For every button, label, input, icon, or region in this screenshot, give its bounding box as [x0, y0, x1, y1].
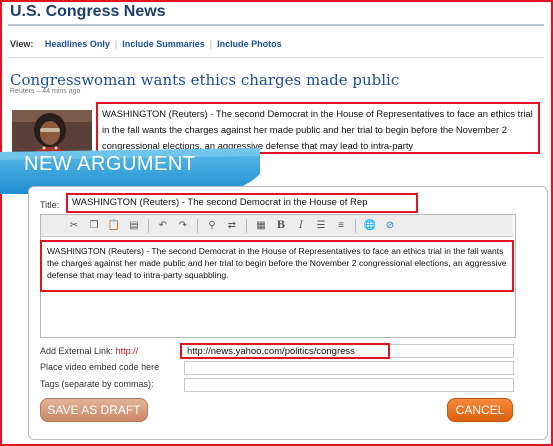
- external-link-input[interactable]: http://news.yahoo.com/politics/congress: [180, 343, 390, 359]
- numbered-list-icon[interactable]: ☰: [312, 218, 330, 234]
- paste-icon[interactable]: 📋: [105, 218, 123, 234]
- paste-text-icon[interactable]: ▤: [125, 218, 143, 234]
- cut-icon[interactable]: ✂: [65, 218, 83, 234]
- view-include-summaries-link[interactable]: Include Summaries: [117, 39, 210, 49]
- article-byline: Reuters – 44 mins ago: [10, 88, 81, 95]
- embed-label: Place video embed code here: [40, 362, 160, 372]
- replace-icon[interactable]: ⇄: [223, 218, 241, 234]
- title-divider: [8, 24, 544, 26]
- editor-toolbar: ✂ ❐ 📋 ▤ ↶ ↷ ⚲ ⇄ ▦ B I ☰ ≡ 🌐 ⊘: [41, 215, 513, 237]
- cancel-button[interactable]: CANCEL: [447, 398, 513, 422]
- view-include-photos-link[interactable]: Include Photos: [212, 39, 287, 49]
- article-headline-link[interactable]: Congresswoman wants ethics charges made …: [10, 71, 399, 89]
- view-label: View:: [10, 39, 34, 49]
- external-link-prefix: http://: [115, 346, 139, 356]
- external-link-label-text: Add External Link:: [40, 346, 114, 356]
- view-options-bar: View: Headlines Only | Include Summaries | I…: [10, 39, 287, 49]
- title-input[interactable]: WASHINGTON (Reuters) - The second Democr…: [66, 193, 418, 213]
- save-as-draft-button[interactable]: SAVE AS DRAFT: [40, 398, 148, 422]
- view-headlines-only-link[interactable]: Headlines Only: [40, 39, 115, 49]
- tags-label: Tags (separate by commas):: [40, 379, 154, 389]
- toolbar-separator: [148, 218, 149, 233]
- external-link-label: Add External Link: http://: [40, 346, 138, 356]
- new-argument-heading: NEW ARGUMENT: [24, 153, 196, 175]
- tags-input[interactable]: [184, 378, 514, 392]
- table-icon[interactable]: ▦: [252, 218, 270, 234]
- article-summary: WASHINGTON (Reuters) - The second Democr…: [96, 102, 540, 154]
- body-textarea[interactable]: WASHINGTON (Reuters) - The second Democr…: [40, 240, 514, 292]
- view-divider: [8, 57, 544, 58]
- toolbar-separator: [355, 218, 356, 233]
- toolbar-separator: [197, 218, 198, 233]
- embed-code-input[interactable]: [184, 361, 514, 375]
- copy-icon[interactable]: ❐: [85, 218, 103, 234]
- italic-icon[interactable]: I: [292, 218, 310, 234]
- undo-icon[interactable]: ↶: [154, 218, 172, 234]
- find-icon[interactable]: ⚲: [203, 218, 221, 234]
- unlink-icon[interactable]: ⊘: [381, 218, 399, 234]
- page-title: U.S. Congress News: [10, 3, 166, 20]
- title-label: Title:: [40, 200, 60, 210]
- bullet-list-icon[interactable]: ≡: [332, 218, 350, 234]
- toolbar-separator: [246, 218, 247, 233]
- link-icon[interactable]: 🌐: [361, 218, 379, 234]
- bold-icon[interactable]: B: [272, 218, 290, 234]
- redo-icon[interactable]: ↷: [174, 218, 192, 234]
